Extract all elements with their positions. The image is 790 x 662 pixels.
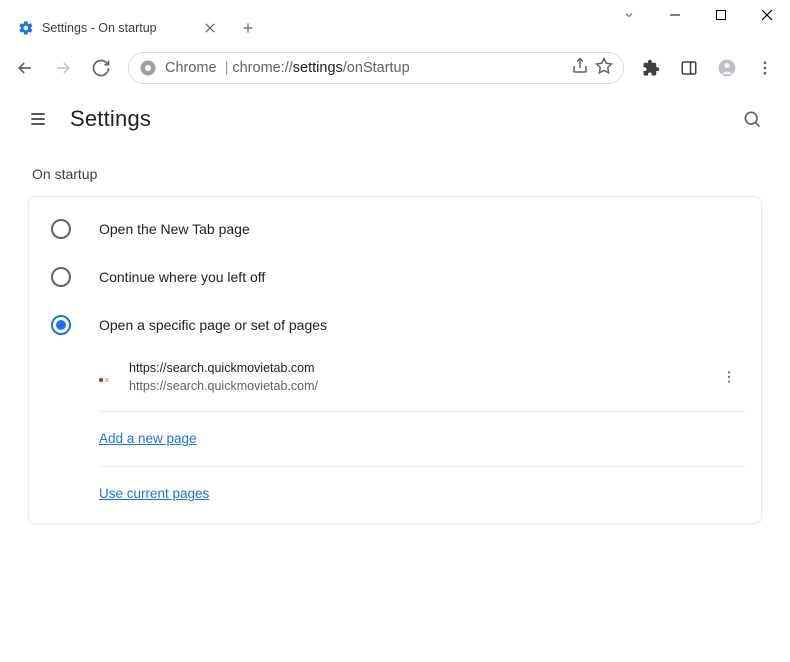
page-url: https://search.quickmovietab.com/: [129, 377, 318, 395]
close-window-button[interactable]: [744, 0, 790, 30]
close-tab-button[interactable]: [202, 20, 218, 36]
add-page-link[interactable]: Add a new page: [99, 431, 197, 446]
radio-label: Continue where you left off: [99, 269, 265, 285]
radio-continue[interactable]: Continue where you left off: [29, 253, 761, 301]
chevron-down-icon[interactable]: [606, 0, 652, 30]
use-current-row: Use current pages: [99, 473, 745, 515]
extensions-icon[interactable]: [634, 51, 668, 85]
minimize-button[interactable]: [652, 0, 698, 30]
profile-avatar-icon[interactable]: [710, 51, 744, 85]
chrome-logo-icon: [139, 59, 157, 77]
radio-label: Open the New Tab page: [99, 221, 250, 237]
use-current-pages-link[interactable]: Use current pages: [99, 486, 209, 501]
url-text: Chrome | chrome://settings/onStartup: [165, 60, 410, 76]
page-name: https://search.quickmovietab.com: [129, 359, 318, 377]
divider: [99, 466, 745, 467]
search-icon[interactable]: [734, 101, 770, 137]
forward-button: [46, 51, 80, 85]
radio-specific-pages[interactable]: Open a specific page or set of pages: [29, 301, 761, 349]
reload-button[interactable]: [84, 51, 118, 85]
back-button[interactable]: [8, 51, 42, 85]
on-startup-section: On startup Open the New Tab page Continu…: [0, 148, 790, 548]
page-title: Settings: [70, 106, 151, 132]
divider: [99, 411, 745, 412]
browser-toolbar: Chrome | chrome://settings/onStartup: [0, 46, 790, 90]
radio-new-tab[interactable]: Open the New Tab page: [29, 205, 761, 253]
add-page-row: Add a new page: [99, 418, 745, 460]
address-bar[interactable]: Chrome | chrome://settings/onStartup: [128, 52, 624, 84]
section-title: On startup: [32, 166, 762, 182]
hamburger-menu-icon[interactable]: [20, 101, 56, 137]
gear-icon: [18, 20, 34, 36]
bookmark-star-icon[interactable]: [595, 57, 613, 80]
startup-options-card: Open the New Tab page Continue where you…: [28, 196, 762, 524]
maximize-button[interactable]: [698, 0, 744, 30]
tab-title: Settings - On startup: [42, 21, 194, 35]
window-controls: [590, 0, 790, 46]
radio-icon: [51, 315, 71, 335]
page-more-menu[interactable]: [713, 361, 745, 393]
browser-tab[interactable]: Settings - On startup: [8, 10, 228, 46]
settings-header: Settings: [0, 90, 790, 148]
kebab-menu-icon[interactable]: [748, 51, 782, 85]
side-panel-icon[interactable]: [672, 51, 706, 85]
settings-page: Settings On startup Open the New Tab pag…: [0, 90, 790, 662]
share-icon[interactable]: [571, 57, 589, 80]
radio-label: Open a specific page or set of pages: [99, 317, 327, 333]
radio-icon: [51, 267, 71, 287]
page-favicon: ≡: [99, 369, 115, 385]
startup-page-row: ≡ https://search.quickmovietab.com https…: [99, 349, 745, 405]
new-tab-button[interactable]: [234, 14, 262, 42]
radio-icon: [51, 219, 71, 239]
startup-pages-list: ≡ https://search.quickmovietab.com https…: [29, 349, 761, 515]
